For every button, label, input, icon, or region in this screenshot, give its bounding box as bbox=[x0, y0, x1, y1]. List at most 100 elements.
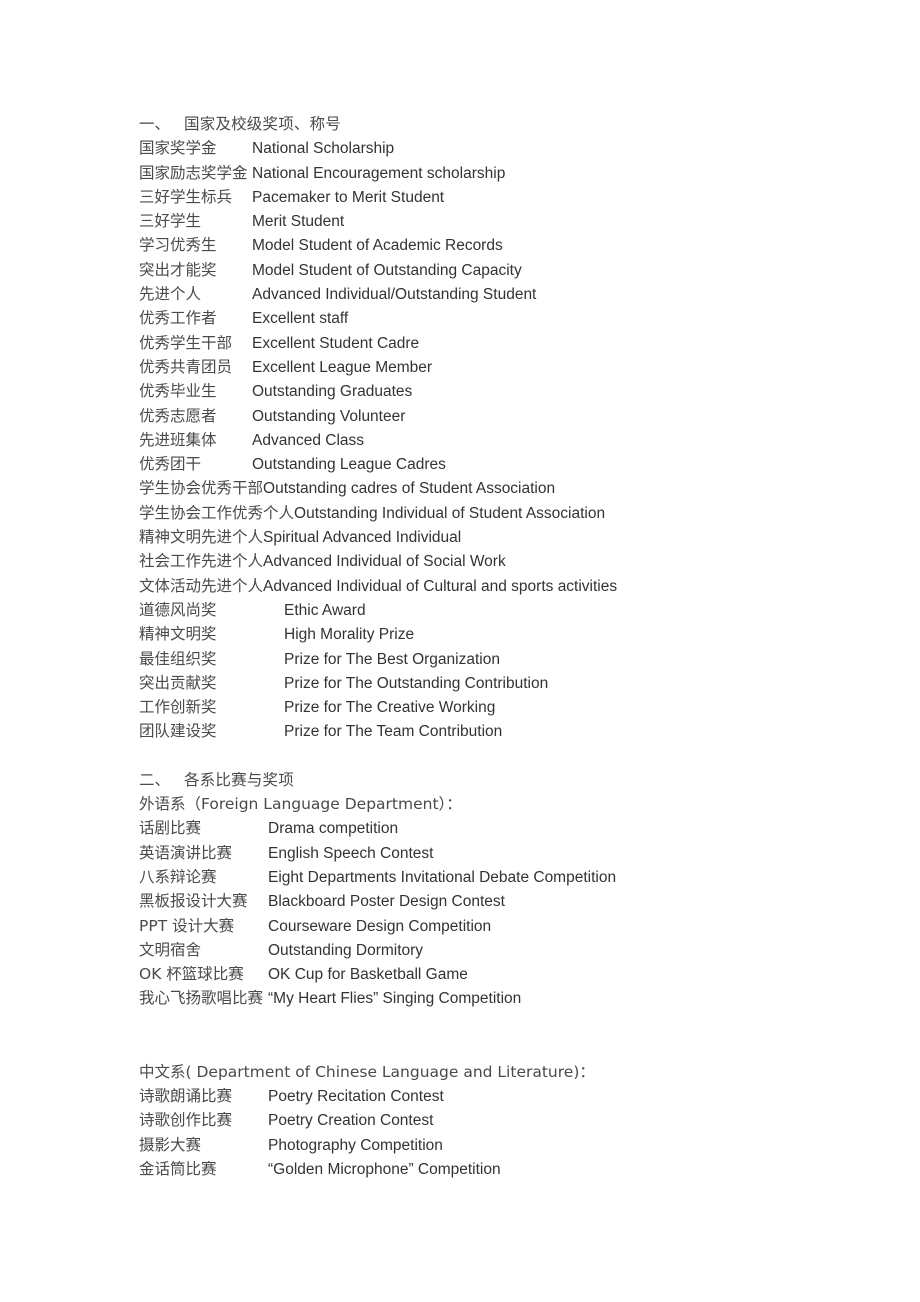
award-name-en: Excellent Student Cadre bbox=[252, 334, 420, 352]
award-name-en: “Golden Microphone” Competition bbox=[268, 1160, 501, 1178]
award-entry-row: 优秀团干 Outstanding League Cadres bbox=[139, 452, 920, 476]
award-name-zh: 优秀工作者 bbox=[139, 309, 217, 328]
award-entry-row: 文明宿舍 Outstanding Dormitory bbox=[139, 938, 920, 962]
award-entry-row: 三好学生 Merit Student bbox=[139, 209, 920, 233]
award-name-zh: 三好学生标兵 bbox=[139, 187, 233, 206]
award-name-zh: 话剧比赛 bbox=[139, 819, 202, 838]
award-entry-row: 文体活动先进个人 Advanced Individual of Cultural … bbox=[139, 574, 920, 598]
award-name-en: Pacemaker to Merit Student bbox=[252, 188, 445, 206]
award-name-zh: PPT 设计大赛 bbox=[139, 916, 235, 935]
award-name-en: Advanced Individual of Cultural and spor… bbox=[263, 577, 618, 595]
award-entry-row: 金话筒比赛 “Golden Microphone” Competition bbox=[139, 1157, 920, 1181]
section-heading-number: 二、 bbox=[139, 770, 171, 789]
award-name-zh: 精神文明先进个人 bbox=[139, 528, 264, 547]
department-subheading-text: 中文系( Department of Chinese Language and … bbox=[139, 1062, 595, 1081]
award-name-en: Excellent staff bbox=[252, 310, 349, 328]
award-name-en: Advanced Individual/Outstanding Student bbox=[252, 286, 537, 304]
department-subheading-text: 外语系（Foreign Language Department）： bbox=[139, 795, 462, 814]
section-heading: 二、 各系比赛与奖项 bbox=[139, 768, 920, 792]
award-name-zh: 诗歌创作比赛 bbox=[139, 1111, 233, 1130]
award-name-zh: 文体活动先进个人 bbox=[139, 576, 264, 595]
award-entry-row: 优秀学生干部 Excellent Student Cadre bbox=[139, 331, 920, 355]
award-entry-row: 社会工作先进个人 Advanced Individual of Social Wo… bbox=[139, 549, 920, 573]
award-entry-row: 八系辩论赛 Eight Departments Invitational Deba… bbox=[139, 865, 920, 889]
award-entry-row: PPT 设计大赛 Courseware Design Competition bbox=[139, 914, 920, 938]
award-entry-row: 我心飞扬歌唱比赛 “My Heart Flies” Singing Competi… bbox=[139, 986, 920, 1010]
award-entry-row: 黑板报设计大赛 Blackboard Poster Design Contest bbox=[139, 889, 920, 913]
award-name-zh: 英语演讲比赛 bbox=[139, 843, 233, 862]
award-entry-row: 优秀工作者 Excellent staff bbox=[139, 306, 920, 330]
award-name-zh: 国家奖学金 bbox=[139, 139, 217, 158]
award-name-zh: 精神文明奖 bbox=[139, 625, 217, 644]
award-entry-row: 精神文明奖 High Morality Prize bbox=[139, 622, 920, 646]
award-entry-row: 国家励志奖学金 National Encouragement scholarshi… bbox=[139, 161, 920, 185]
award-entry-row: 学习优秀生 Model Student of Academic Records bbox=[139, 233, 920, 257]
award-name-en: Advanced Individual of Social Work bbox=[263, 553, 506, 571]
award-entry-row: 学生协会工作优秀个人 Outstanding Individual of Stud… bbox=[139, 501, 920, 525]
award-name-en: National Encouragement scholarship bbox=[252, 164, 506, 182]
award-name-zh: 道德风尚奖 bbox=[139, 600, 217, 619]
award-name-en: Model Student of Academic Records bbox=[252, 237, 503, 255]
award-name-en: Advanced Class bbox=[252, 431, 365, 449]
award-name-zh: 先进班集体 bbox=[139, 430, 217, 449]
award-name-zh: 突出才能奖 bbox=[139, 260, 217, 279]
award-name-en: English Speech Contest bbox=[268, 844, 434, 862]
award-name-zh: 突出贡献奖 bbox=[139, 673, 217, 692]
award-entry-row: 诗歌朗诵比赛 Poetry Recitation Contest bbox=[139, 1084, 920, 1108]
award-name-en: Spiritual Advanced Individual bbox=[263, 529, 462, 547]
award-name-zh: 诗歌朗诵比赛 bbox=[139, 1086, 233, 1105]
award-name-en: Prize for The Outstanding Contribution bbox=[284, 674, 549, 692]
award-name-zh: 优秀毕业生 bbox=[139, 382, 217, 401]
award-name-en: Poetry Creation Contest bbox=[268, 1112, 434, 1130]
award-name-zh: 学生协会优秀干部 bbox=[139, 479, 264, 498]
award-name-zh: 最佳组织奖 bbox=[139, 649, 217, 668]
award-name-zh: 黑板报设计大赛 bbox=[139, 892, 248, 911]
award-entry-row: 精神文明先进个人 Spiritual Advanced Individual bbox=[139, 525, 920, 549]
award-name-en: Blackboard Poster Design Contest bbox=[268, 893, 505, 911]
award-name-zh: 我心飞扬歌唱比赛 bbox=[139, 989, 264, 1008]
award-entry-row: 优秀毕业生 Outstanding Graduates bbox=[139, 379, 920, 403]
award-entry-row: 道德风尚奖 Ethic Award bbox=[139, 598, 920, 622]
award-entry-row: 优秀志愿者 Outstanding Volunteer bbox=[139, 404, 920, 428]
award-entry-row: 突出贡献奖 Prize for The Outstanding Contribut… bbox=[139, 671, 920, 695]
award-name-en: Poetry Recitation Contest bbox=[268, 1087, 444, 1105]
section-heading-title: 各系比赛与奖项 bbox=[184, 770, 294, 789]
award-entry-row: OK 杯篮球比赛 OK Cup for Basketball Game bbox=[139, 962, 920, 986]
award-entry-row: 团队建设奖 Prize for The Team Contribution bbox=[139, 719, 920, 743]
award-name-en: Outstanding Individual of Student Associ… bbox=[294, 504, 606, 522]
award-name-zh: 优秀学生干部 bbox=[139, 333, 233, 352]
award-entry-row: 话剧比赛 Drama competition bbox=[139, 816, 920, 840]
award-name-en: “My Heart Flies” Singing Competition bbox=[268, 990, 522, 1008]
award-name-zh: 优秀志愿者 bbox=[139, 406, 217, 425]
award-name-zh: 优秀共青团员 bbox=[139, 357, 233, 376]
department-subheading: 外语系（Foreign Language Department）： bbox=[139, 792, 920, 816]
award-name-en: High Morality Prize bbox=[284, 626, 415, 644]
award-name-en: Merit Student bbox=[252, 213, 345, 231]
award-name-zh: 文明宿舍 bbox=[139, 940, 202, 959]
award-name-zh: 先进个人 bbox=[139, 285, 202, 304]
award-name-zh: 学生协会工作优秀个人 bbox=[139, 503, 295, 522]
award-name-en: Prize for The Team Contribution bbox=[284, 723, 503, 741]
award-name-en: Eight Departments Invitational Debate Co… bbox=[268, 868, 617, 886]
award-name-zh: 三好学生 bbox=[139, 212, 202, 231]
award-entry-row: 三好学生标兵 Pacemaker to Merit Student bbox=[139, 185, 920, 209]
award-entry-row: 突出才能奖 Model Student of Outstanding Capaci… bbox=[139, 258, 920, 282]
award-entry-row: 最佳组织奖 Prize for The Best Organization bbox=[139, 647, 920, 671]
award-name-zh: 工作创新奖 bbox=[139, 698, 217, 717]
award-name-en: Outstanding cadres of Student Associatio… bbox=[263, 480, 556, 498]
award-entry-row: 优秀共青团员 Excellent League Member bbox=[139, 355, 920, 379]
award-name-en: Prize for The Best Organization bbox=[284, 650, 500, 668]
award-name-en: Prize for The Creative Working bbox=[284, 699, 496, 717]
document-body: 一、 国家及校级奖项、称号 国家奖学金 National Scholarship 国家励… bbox=[139, 112, 920, 1181]
section-heading-title: 国家及校级奖项、称号 bbox=[184, 115, 342, 133]
award-entry-row: 学生协会优秀干部 Outstanding cadres of Student As… bbox=[139, 476, 920, 500]
award-name-zh: 八系辩论赛 bbox=[139, 867, 217, 886]
award-entry-row: 诗歌创作比赛 Poetry Creation Contest bbox=[139, 1108, 920, 1132]
award-name-zh: 社会工作先进个人 bbox=[139, 552, 264, 571]
award-name-zh: 团队建设奖 bbox=[139, 722, 217, 741]
award-entry-row: 工作创新奖 Prize for The Creative Working bbox=[139, 695, 920, 719]
section-heading-number: 一、 bbox=[139, 115, 171, 133]
award-name-zh: OK 杯篮球比赛 bbox=[139, 965, 244, 984]
